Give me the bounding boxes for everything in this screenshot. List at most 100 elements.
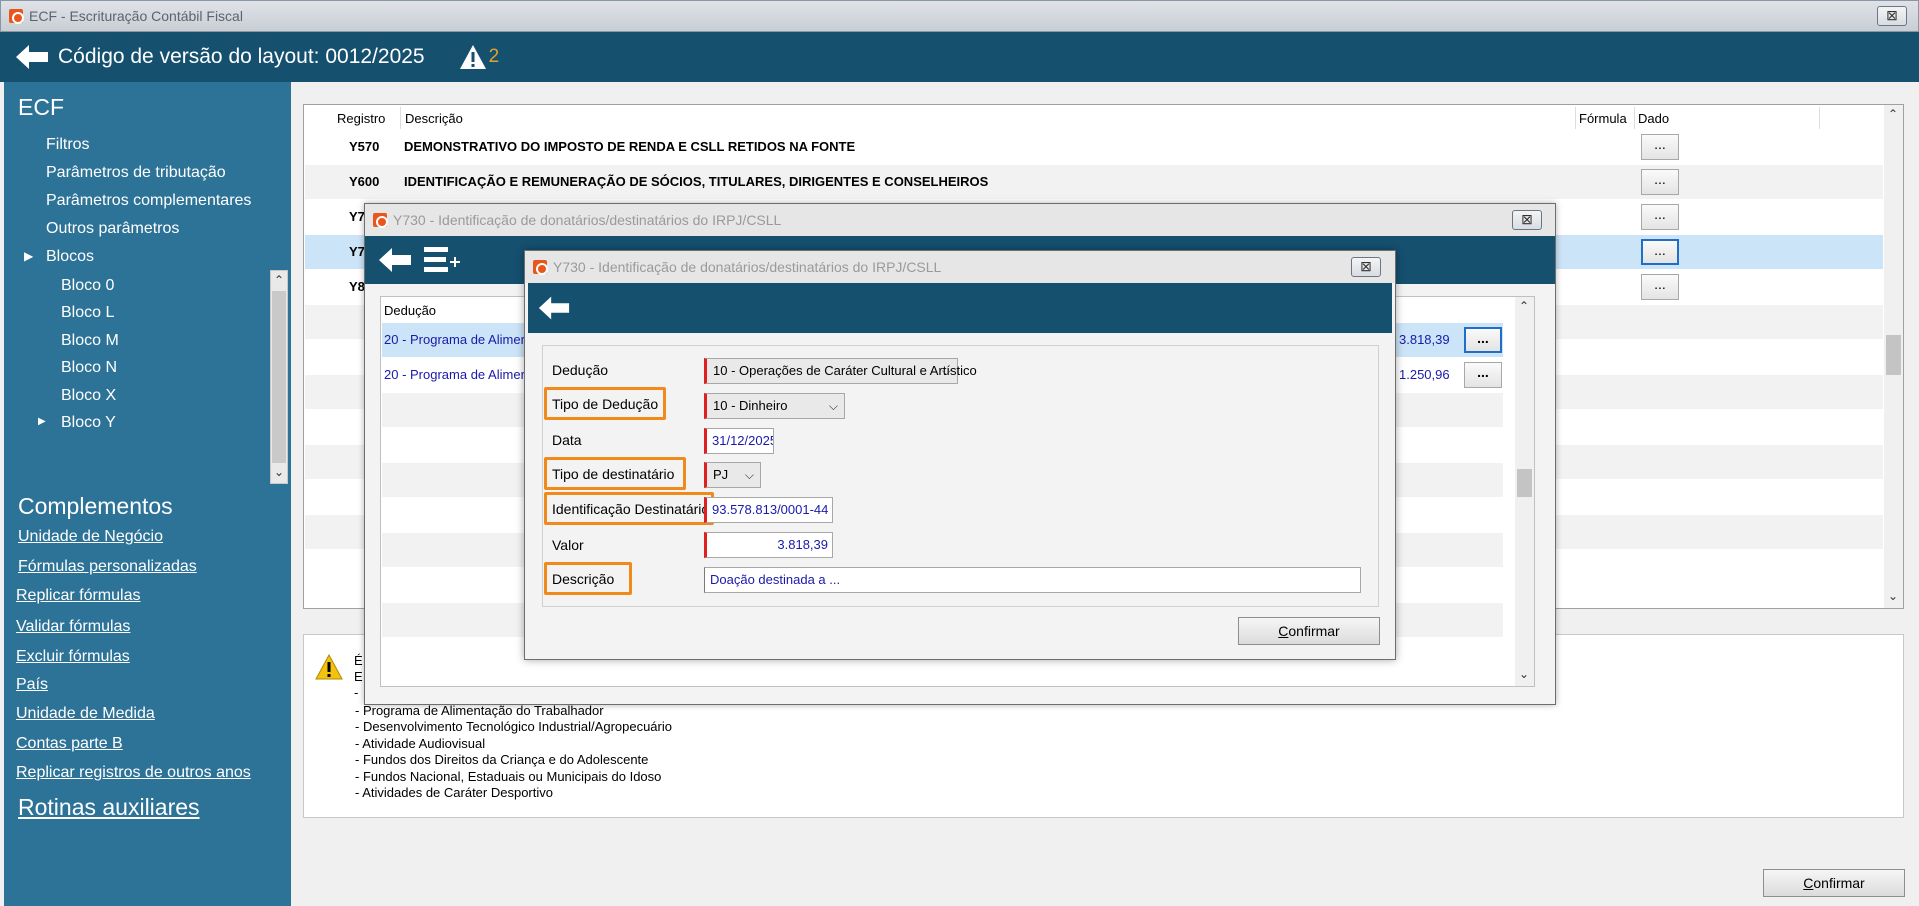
info-text: -: [354, 685, 359, 700]
confirm-mnemonic: C: [1278, 623, 1289, 639]
tipo-deducao-value: 10 - Dinheiro: [713, 398, 788, 413]
data-button[interactable]: ...: [1641, 169, 1679, 195]
sidebar-item-parametros-complementares[interactable]: Parâmetros complementares: [46, 192, 251, 210]
sidebar-item-bloco-m[interactable]: Bloco M: [61, 332, 119, 350]
app-icon: [533, 260, 548, 275]
warning-count: 2: [488, 46, 500, 67]
sidebar-item-blocos[interactable]: Blocos: [46, 248, 94, 266]
link-replicar-formulas[interactable]: Replicar fórmulas: [16, 587, 140, 605]
warning-icon[interactable]: [459, 43, 487, 71]
link-unidade-medida[interactable]: Unidade de Medida: [16, 705, 155, 723]
row-description: DEMONSTRATIVO DO IMPOSTO DE RENDA E CSLL…: [404, 139, 856, 154]
sidebar-item-bloco-y[interactable]: Bloco Y: [61, 414, 116, 432]
data-field[interactable]: 31/12/2025: [704, 428, 774, 454]
label-valor: Valor: [552, 537, 584, 553]
link-pais[interactable]: País: [16, 676, 48, 694]
back-arrow-icon[interactable]: [14, 43, 50, 71]
link-excluir-formulas[interactable]: Excluir fórmulas: [16, 648, 130, 666]
window-close-button[interactable]: ⊠: [1877, 6, 1907, 26]
dialog-title: Y730 - Identificação de donatários/desti…: [393, 212, 782, 228]
dialog-toolbar: [528, 283, 1392, 333]
row-code: Y570: [349, 139, 380, 154]
data-button[interactable]: ...: [1641, 204, 1679, 230]
info-text: E: [354, 669, 363, 684]
info-text: - Atividades de Caráter Desportivo: [355, 785, 553, 800]
info-text: - Fundos dos Direitos da Criança e do Ad…: [355, 752, 649, 767]
descricao-field[interactable]: Doação destinada a ...: [704, 567, 1361, 593]
col-deducao[interactable]: Dedução: [384, 303, 436, 318]
col-formula[interactable]: Fórmula: [1579, 111, 1627, 126]
dialog-titlebar: Y730 - Identificação de donatários/desti…: [525, 251, 1395, 283]
grid-scrollbar[interactable]: ⌃ ⌄: [1884, 105, 1903, 608]
sidebar-item-bloco-x[interactable]: Bloco X: [61, 387, 116, 405]
data-button[interactable]: ...: [1641, 134, 1679, 160]
link-replicar-registros[interactable]: Replicar registros de outros anos: [16, 764, 251, 782]
dialog-title: Y730 - Identificação de donatários/desti…: [553, 259, 942, 275]
back-arrow-icon[interactable]: [537, 294, 571, 322]
link-unidade-negocio[interactable]: Unidade de Negócio: [18, 528, 163, 546]
dialog-titlebar: Y730 - Identificação de donatários/desti…: [365, 204, 1555, 236]
dialog-close-button[interactable]: ⊠: [1512, 210, 1542, 230]
dialog-confirm-button[interactable]: Confirmar: [1238, 617, 1380, 645]
label-descricao: Descrição: [552, 571, 615, 587]
sidebar-item-bloco-n[interactable]: Bloco N: [61, 359, 117, 377]
row-valor: 1.250,96: [1399, 367, 1450, 382]
deducao-scrollbar[interactable]: ⌃ ⌄: [1515, 297, 1534, 686]
sidebar-scrollbar[interactable]: ⌃ ⌄: [270, 270, 288, 484]
tipo-destinatario-select[interactable]: PJ ⌵: [704, 462, 761, 488]
deducao-select[interactable]: 10 - Operações de Caráter Cultural e Art…: [704, 358, 977, 384]
link-formulas-personalizadas[interactable]: Fórmulas personalizadas: [18, 558, 197, 576]
tipo-deducao-select[interactable]: 10 - Dinheiro ⌵: [704, 393, 845, 419]
link-contas-parte-b[interactable]: Contas parte B: [16, 735, 123, 753]
sidebar-item-bloco-l[interactable]: Bloco L: [61, 304, 114, 322]
data-button[interactable]: ...: [1641, 274, 1679, 300]
dialog-close-button[interactable]: ⊠: [1351, 257, 1381, 277]
confirm-mnemonic: C: [1803, 875, 1814, 891]
confirm-label: onfirmar: [1813, 875, 1865, 891]
label-deducao: Dedução: [552, 362, 609, 378]
table-row[interactable]: Y570 DEMONSTRATIVO DO IMPOSTO DE RENDA E…: [305, 130, 1883, 164]
link-rotinas-auxiliares[interactable]: Rotinas auxiliares: [18, 794, 200, 821]
data-button[interactable]: ...: [1464, 362, 1502, 388]
label-identificacao-destinatario: Identificação Destinatário: [552, 501, 710, 517]
back-arrow-icon[interactable]: [377, 246, 413, 274]
sidebar-item-outros-parametros[interactable]: Outros parâmetros: [46, 220, 179, 238]
identificacao-destinatario-field[interactable]: 93.578.813/0001-44: [704, 497, 833, 523]
add-list-icon[interactable]: [424, 247, 462, 273]
link-validar-formulas[interactable]: Validar fórmulas: [16, 618, 130, 636]
sidebar-item-bloco-0[interactable]: Bloco 0: [61, 277, 114, 295]
sidebar-item-filtros[interactable]: Filtros: [46, 136, 90, 154]
sidebar-item-parametros-tributacao[interactable]: Parâmetros de tributação: [46, 164, 226, 182]
row-code: Y8: [349, 279, 365, 294]
confirm-button[interactable]: Confirmar: [1763, 869, 1905, 897]
table-row[interactable]: Y600 IDENTIFICAÇÃO E REMUNERAÇÃO DE SÓCI…: [305, 165, 1883, 199]
row-deducao: 20 - Programa de Alimer: [384, 332, 525, 347]
expand-triangle-icon[interactable]: ▶: [38, 416, 46, 427]
window-titlebar: ECF - Escrituração Contábil Fiscal ⊠: [0, 0, 1919, 32]
data-button[interactable]: ...: [1641, 239, 1679, 265]
row-valor: 3.818,39: [1399, 332, 1450, 347]
valor-field[interactable]: 3.818,39: [704, 532, 833, 558]
y730-edit-dialog: Y730 - Identificação de donatários/desti…: [524, 250, 1396, 660]
info-text: - Desenvolvimento Tecnológico Industrial…: [355, 719, 672, 734]
tipo-destinatario-value: PJ: [713, 467, 729, 482]
info-text: - Fundos Nacional, Estaduais ou Municipa…: [355, 769, 662, 784]
label-tipo-deducao: Tipo de Dedução: [552, 396, 659, 412]
info-text: - Atividade Audiovisual: [355, 736, 486, 751]
chevron-down-icon: ⌵: [744, 468, 754, 482]
col-registro[interactable]: Registro: [337, 111, 385, 126]
deducao-value: 10 - Operações de Caráter Cultural e Art…: [713, 363, 977, 378]
row-deducao: 20 - Programa de Alimer: [384, 367, 525, 382]
data-button[interactable]: ...: [1464, 327, 1502, 353]
sidebar: ECF Filtros Parâmetros de tributação Par…: [4, 82, 291, 906]
label-tipo-destinatario: Tipo de destinatário: [552, 466, 675, 482]
col-dado[interactable]: Dado: [1638, 111, 1669, 126]
confirm-label: onfirmar: [1288, 623, 1340, 639]
sidebar-title: ECF: [18, 94, 64, 120]
expand-triangle-icon[interactable]: ▶: [24, 249, 33, 263]
col-descricao[interactable]: Descrição: [405, 111, 463, 126]
layout-version-text: Código de versão do layout: 0012/2025: [58, 45, 425, 68]
chevron-down-icon: ⌵: [828, 399, 838, 413]
chevron-down-icon: ⌵: [941, 364, 951, 378]
row-code: Y7: [349, 209, 365, 224]
